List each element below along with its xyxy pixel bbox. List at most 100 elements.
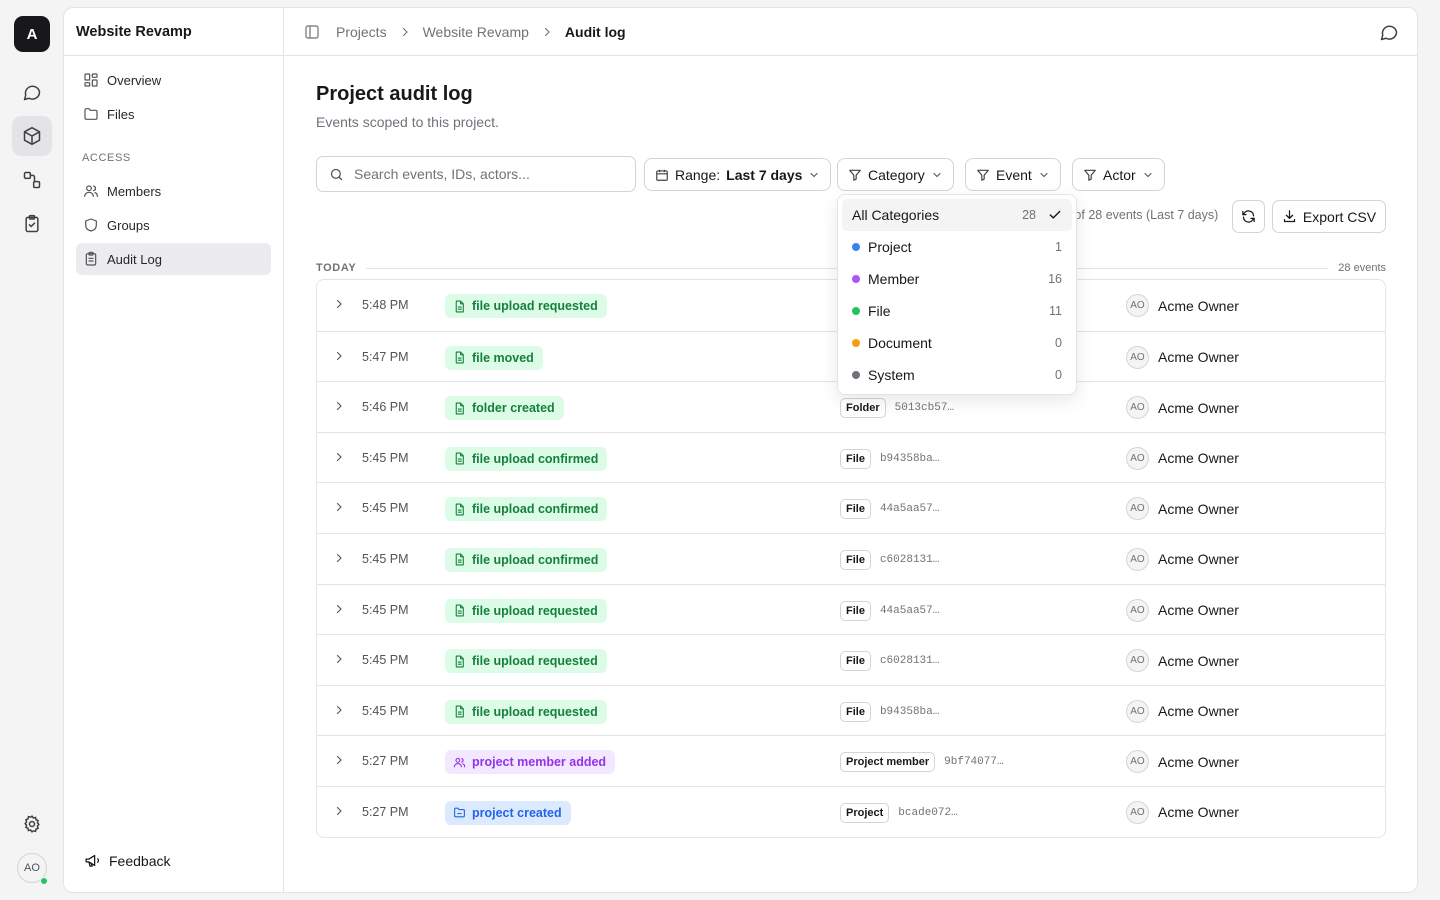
expand-chevron-icon[interactable] xyxy=(333,754,345,766)
refresh-button[interactable] xyxy=(1232,200,1265,233)
expand-chevron-icon[interactable] xyxy=(333,603,345,615)
table-row[interactable]: 5:27 PM project member added Project mem… xyxy=(317,735,1385,786)
table-row[interactable]: 5:45 PM file upload confirmed File b9435… xyxy=(317,431,1385,483)
divider xyxy=(64,55,284,56)
event-time: 5:45 PM xyxy=(362,653,409,668)
option-count: 28 xyxy=(1022,208,1036,222)
sidebar-item-audit-log[interactable]: Audit Log xyxy=(76,243,271,275)
group-count: 28 events xyxy=(1338,262,1386,274)
target-id[interactable]: c6028131… xyxy=(880,554,939,566)
expand-chevron-icon[interactable] xyxy=(333,653,345,665)
expand-chevron-icon[interactable] xyxy=(333,805,345,817)
filter-icon xyxy=(977,169,989,181)
event-label: file upload requested xyxy=(472,299,598,313)
actor-avatar: AO xyxy=(1126,396,1149,420)
event-label: file upload confirmed xyxy=(472,502,599,517)
sidebar-item-overview[interactable]: Overview xyxy=(76,64,271,96)
search-input[interactable] xyxy=(354,166,614,182)
expand-chevron-icon[interactable] xyxy=(333,298,345,310)
folder-icon xyxy=(453,806,466,819)
option-label: Project xyxy=(868,239,912,255)
actor-cell: AO Acme Owner xyxy=(1126,800,1239,824)
target-type-tag: Folder xyxy=(840,398,886,419)
expand-chevron-icon[interactable] xyxy=(333,552,345,564)
grid-icon xyxy=(84,73,98,87)
event-label: project member added xyxy=(472,755,607,770)
chat-bubble-icon[interactable] xyxy=(1379,22,1399,42)
event-label: file upload requested xyxy=(472,603,598,618)
actor-cell: AO Acme Owner xyxy=(1126,547,1239,571)
event-filter-button[interactable]: Event xyxy=(965,158,1061,191)
target-id[interactable]: b94358ba… xyxy=(880,453,939,465)
target-id[interactable]: c6028131… xyxy=(880,655,939,667)
target-id[interactable]: 5013cb57… xyxy=(895,402,954,414)
category-filter-button[interactable]: Category xyxy=(837,158,954,191)
expand-chevron-icon[interactable] xyxy=(333,350,345,362)
category-option-all[interactable]: All Categories 28 xyxy=(842,199,1072,231)
table-row[interactable]: 5:45 PM file upload requested File b9435… xyxy=(317,684,1385,736)
category-filter-label: Category xyxy=(868,166,925,183)
category-option-file[interactable]: File 11 xyxy=(842,295,1072,327)
target-id[interactable]: 44a5aa57… xyxy=(880,503,939,515)
workspace-logo[interactable]: A xyxy=(14,16,50,52)
top-bar: Projects Website Revamp Audit log xyxy=(284,8,1417,56)
event-label: project created xyxy=(472,805,562,820)
category-option-project[interactable]: Project 1 xyxy=(842,231,1072,263)
chat-icon[interactable] xyxy=(12,72,52,112)
expand-chevron-icon[interactable] xyxy=(333,400,345,412)
event-time: 5:45 PM xyxy=(362,501,409,516)
expand-chevron-icon[interactable] xyxy=(333,704,345,716)
sidebar-item-files[interactable]: Files xyxy=(76,98,271,130)
table-row[interactable]: 5:45 PM file upload requested File c6028… xyxy=(317,634,1385,685)
table-row[interactable]: 5:45 PM file upload requested File 44a5a… xyxy=(317,583,1385,635)
clipboard-check-icon[interactable] xyxy=(12,204,52,244)
target-id[interactable]: 44a5aa57… xyxy=(880,605,939,617)
event-badge: file upload requested xyxy=(445,699,607,724)
event-badge: file upload confirmed xyxy=(445,497,608,522)
table-row[interactable]: 5:45 PM file upload confirmed File c6028… xyxy=(317,532,1385,584)
search-field[interactable] xyxy=(316,156,636,192)
events-count: 8 of 28 events (Last 7 days) xyxy=(1064,208,1219,222)
workflow-icon[interactable] xyxy=(12,160,52,200)
actor-name: Acme Owner xyxy=(1158,753,1239,770)
option-count: 0 xyxy=(1055,336,1062,350)
category-option-document[interactable]: Document 0 xyxy=(842,327,1072,359)
actor-cell: AO Acme Owner xyxy=(1126,699,1239,723)
expand-chevron-icon[interactable] xyxy=(333,451,345,463)
option-count: 11 xyxy=(1049,304,1062,318)
range-filter-button[interactable]: Range: Last 7 days xyxy=(644,158,832,191)
target-id[interactable]: bcade072… xyxy=(898,807,957,819)
category-dropdown: All Categories 28 Project 1 Member 16 Fi… xyxy=(837,194,1077,395)
category-option-system[interactable]: System 0 xyxy=(842,359,1072,391)
table-row[interactable]: 5:45 PM file upload confirmed File 44a5a… xyxy=(317,482,1385,533)
feedback-button[interactable]: Feedback xyxy=(84,852,170,869)
megaphone-icon xyxy=(85,854,100,867)
sidebar-item-label: Overview xyxy=(107,72,162,88)
event-label: folder created xyxy=(472,401,555,416)
settings-gear-icon[interactable] xyxy=(12,804,52,844)
target-cell: File b94358ba… xyxy=(840,448,939,469)
breadcrumb-project[interactable]: Website Revamp xyxy=(423,24,529,40)
target-cell: Project bcade072… xyxy=(840,802,958,823)
range-label: Range: xyxy=(675,166,721,183)
expand-chevron-icon[interactable] xyxy=(333,501,345,513)
target-id[interactable]: 9bf74077… xyxy=(944,756,1003,768)
table-row[interactable]: 5:27 PM project created Project bcade072… xyxy=(317,785,1385,837)
export-csv-button[interactable]: Export CSV xyxy=(1272,200,1386,233)
event-badge: folder created xyxy=(445,396,564,421)
actor-filter-button[interactable]: Actor xyxy=(1072,158,1165,191)
export-csv-label: Export CSV xyxy=(1302,208,1377,225)
shield-icon xyxy=(85,218,97,232)
breadcrumb-projects[interactable]: Projects xyxy=(336,24,387,40)
search-icon xyxy=(330,168,343,180)
chevron-right-icon xyxy=(541,26,553,38)
event-badge: file upload confirmed xyxy=(445,446,608,471)
actor-cell: AO Acme Owner xyxy=(1126,497,1239,521)
target-id[interactable]: b94358ba… xyxy=(880,706,939,718)
sidebar-item-members[interactable]: Members xyxy=(76,175,271,207)
projects-cube-icon[interactable] xyxy=(12,116,52,156)
sidebar-item-groups[interactable]: Groups xyxy=(76,209,271,241)
category-option-member[interactable]: Member 16 xyxy=(842,263,1072,295)
sidebar-toggle-icon[interactable] xyxy=(304,24,320,40)
actor-name: Acme Owner xyxy=(1158,804,1239,821)
